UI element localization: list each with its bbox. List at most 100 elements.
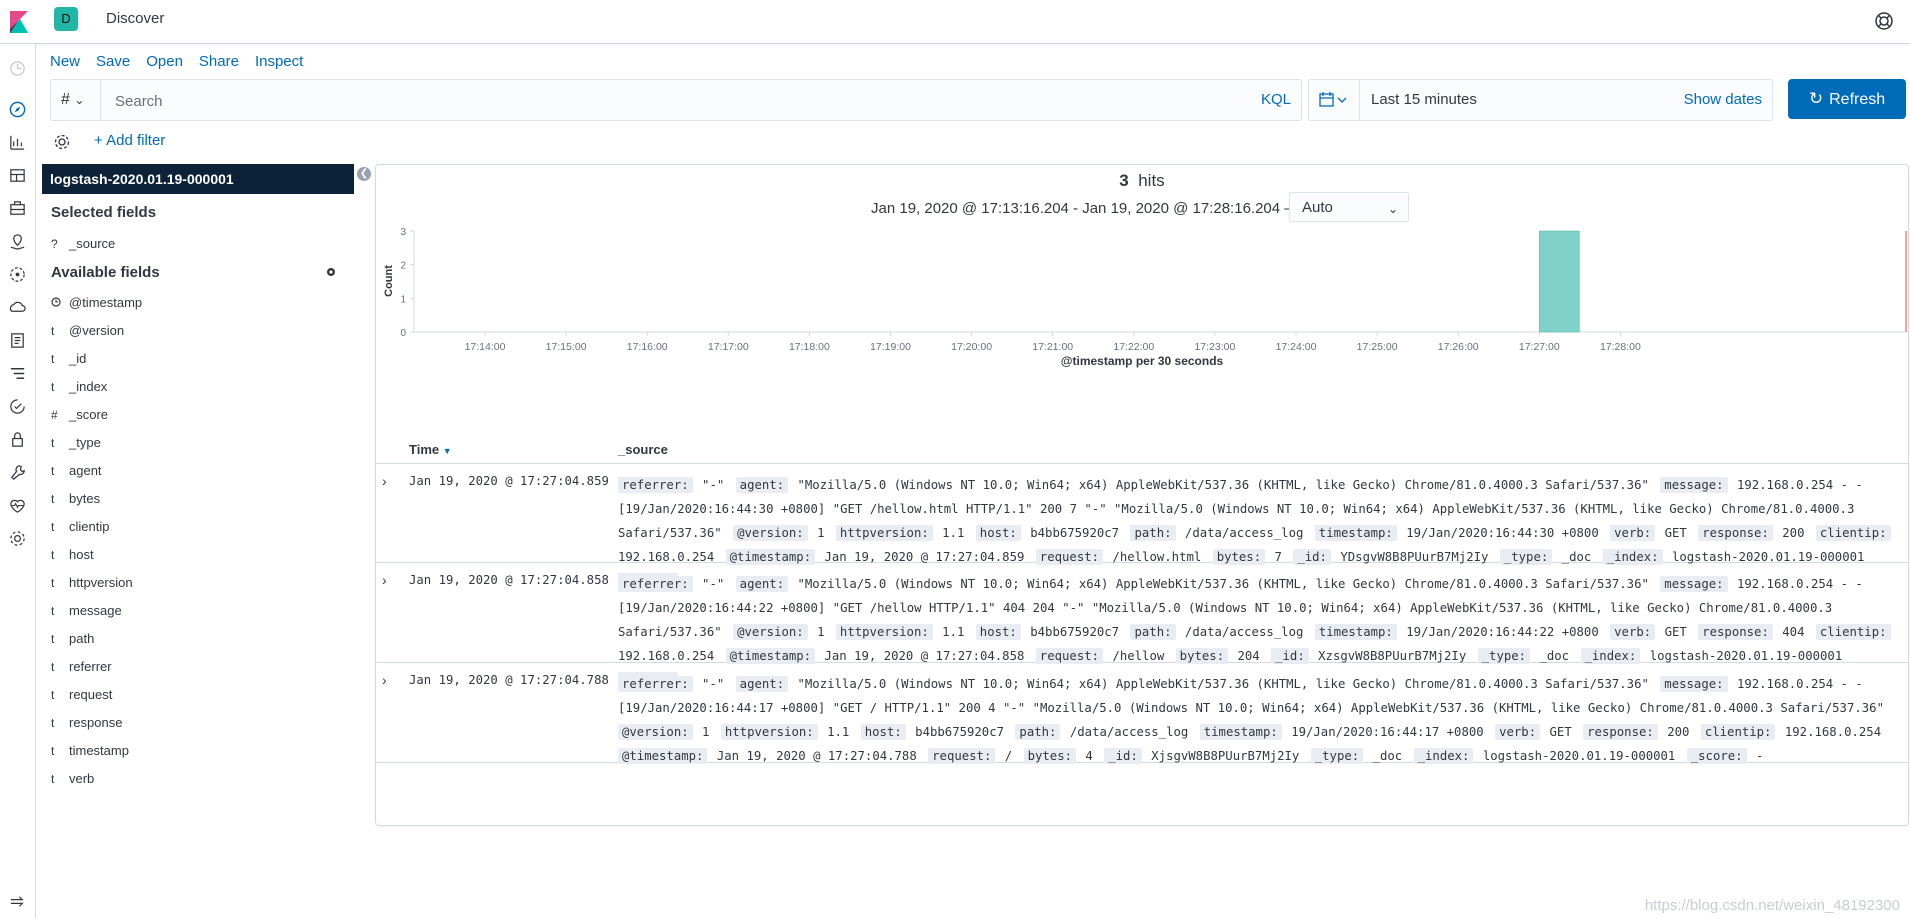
source-field-key: referrer: — [618, 676, 693, 692]
source-field-key: path: — [1015, 724, 1061, 740]
source-field-key: host: — [975, 525, 1021, 541]
field-item[interactable]: t _id — [51, 351, 86, 371]
field-item[interactable]: t path — [51, 631, 94, 651]
field-item[interactable]: t request — [51, 687, 112, 707]
source-field-value: Jan 19, 2020 @ 17:27:04.788 — [716, 749, 917, 763]
source-field-value: 19/Jan/2020:16:44:22 +0800 — [1406, 625, 1599, 639]
refresh-label: Refresh — [1829, 91, 1886, 108]
field-item[interactable]: t bytes — [51, 491, 100, 511]
source-field-value: 192.168.0.254 — [618, 649, 715, 663]
gear-icon[interactable] — [325, 265, 337, 277]
expand-row-icon[interactable]: › — [382, 572, 387, 588]
field-item[interactable]: t clientip — [51, 519, 109, 539]
kql-toggle-button[interactable]: KQL — [1261, 91, 1291, 108]
date-range-text[interactable]: Last 15 minutes — [1371, 91, 1477, 108]
field-item[interactable]: @timestamp — [51, 295, 142, 315]
space-avatar[interactable]: D — [54, 7, 78, 31]
source-field-value: 200 — [1782, 526, 1805, 540]
show-dates-button[interactable]: Show dates — [1684, 91, 1762, 108]
source-field-value: 200 — [1667, 725, 1690, 739]
source-field-value: 204 — [1237, 649, 1260, 663]
expand-row-icon[interactable]: › — [382, 473, 387, 489]
visualize-icon[interactable] — [8, 133, 27, 152]
ml-icon[interactable] — [8, 265, 27, 284]
monitoring-icon[interactable] — [8, 496, 27, 515]
source-field-value: _doc — [1539, 649, 1570, 663]
source-field-key: referrer: — [618, 576, 693, 592]
source-field-value: /data/access_log — [1069, 725, 1189, 739]
field-item[interactable]: t agent — [51, 463, 102, 483]
infrastructure-icon[interactable] — [8, 298, 27, 317]
source-field-key: _index: — [1413, 748, 1474, 764]
watermark: https://blog.csdn.net/weixin_48192300 — [1644, 897, 1900, 914]
y-tick-label: 3 — [400, 227, 406, 238]
source-field-value: 1 — [817, 625, 825, 639]
management-icon[interactable] — [8, 529, 27, 548]
field-item[interactable]: t message — [51, 603, 122, 623]
apm-icon[interactable] — [8, 364, 27, 383]
maps-icon[interactable] — [8, 232, 27, 251]
help-icon[interactable] — [1874, 11, 1894, 31]
new-button[interactable]: New — [50, 53, 80, 70]
canvas-icon[interactable] — [8, 199, 27, 218]
refresh-button[interactable]: ↻ Refresh — [1788, 79, 1906, 119]
y-tick-label: 2 — [400, 261, 406, 272]
discover-icon[interactable] — [8, 100, 27, 119]
saved-query-button[interactable]: # ⌄ — [51, 80, 101, 120]
source-field-value: /data/access_log — [1184, 526, 1304, 540]
field-item[interactable]: t _type — [51, 435, 101, 455]
expand-row-icon[interactable]: › — [382, 672, 387, 688]
field-item[interactable]: t httpversion — [51, 575, 133, 595]
y-tick-label: 1 — [400, 294, 406, 305]
open-button[interactable]: Open — [146, 53, 183, 70]
inspect-button[interactable]: Inspect — [255, 53, 303, 70]
kibana-logo-icon[interactable] — [6, 9, 32, 35]
field-type-icon: ? — [51, 237, 58, 251]
field-name: _score — [69, 407, 109, 422]
save-button[interactable]: Save — [96, 53, 130, 70]
x-axis-title: @timestamp per 30 seconds — [1061, 354, 1224, 368]
clock-icon[interactable] — [8, 59, 27, 78]
dashboard-icon[interactable] — [8, 166, 27, 185]
field-type-icon: t — [51, 324, 55, 338]
field-item[interactable]: t verb — [51, 771, 94, 791]
source-field-value: / — [1004, 749, 1013, 763]
source-field-value: b4bb675920c7 — [1030, 625, 1120, 639]
collapse-nav-icon[interactable] — [8, 892, 27, 911]
field-item[interactable]: ? _source — [51, 236, 115, 256]
field-item[interactable]: t @version — [51, 323, 124, 343]
logs-icon[interactable] — [8, 331, 27, 350]
field-item[interactable]: t referrer — [51, 659, 112, 679]
add-filter-button[interactable]: + Add filter — [94, 132, 165, 149]
uptime-icon[interactable] — [8, 397, 27, 416]
field-item[interactable]: t host — [51, 547, 94, 567]
field-name: @version — [69, 323, 125, 338]
field-item[interactable]: t response — [51, 715, 122, 735]
histogram-bar — [1539, 230, 1580, 333]
column-header-time[interactable]: Time ▼ — [409, 442, 452, 457]
siem-icon[interactable] — [8, 430, 27, 449]
source-field-value: Jan 19, 2020 @ 17:27:04.858 — [824, 649, 1025, 663]
collapse-sidebar-icon[interactable]: ❮ — [357, 167, 371, 181]
y-tick-label: 0 — [400, 328, 406, 339]
field-item[interactable]: # _score — [51, 407, 108, 427]
quick-menu-button[interactable] — [1309, 80, 1360, 120]
dev-tools-icon[interactable] — [8, 463, 27, 482]
interval-select[interactable]: Auto ⌄ — [1289, 192, 1409, 222]
source-field-key: clientip: — [1815, 624, 1891, 640]
field-item[interactable]: t timestamp — [51, 743, 129, 763]
refresh-icon: ↻ — [1808, 89, 1824, 108]
source-field-key: @timestamp: — [618, 748, 708, 764]
share-button[interactable]: Share — [199, 53, 239, 70]
field-type-icon: # — [51, 408, 58, 422]
source-field-value: 1.1 — [827, 725, 850, 739]
source-field-value: 1 — [817, 526, 825, 540]
search-input[interactable] — [113, 80, 1217, 122]
filter-options-icon[interactable] — [53, 133, 71, 151]
hits-count: 3 — [1119, 171, 1129, 190]
source-field-value: "Mozilla/5.0 (Windows NT 10.0; Win64; x6… — [797, 577, 1649, 591]
index-pattern-selector[interactable]: logstash-2020.01.19-000001 — [42, 164, 354, 194]
field-item[interactable]: t _index — [51, 379, 107, 399]
field-type-icon: t — [51, 632, 55, 646]
source-field-key: host: — [975, 624, 1021, 640]
